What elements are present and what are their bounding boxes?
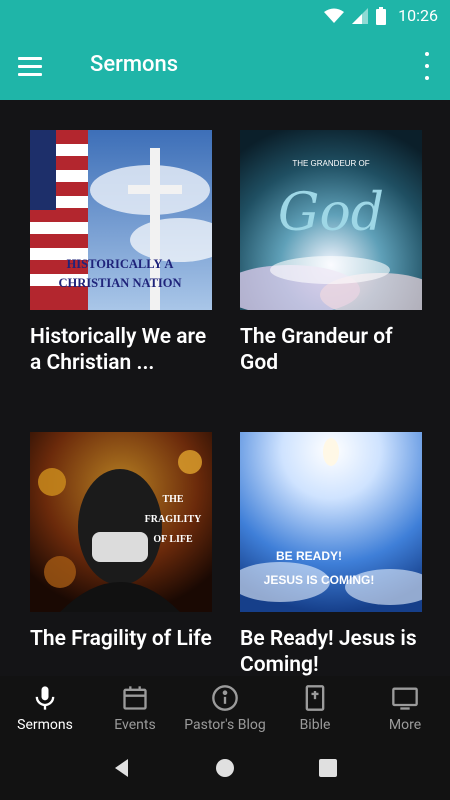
calendar-icon [123,686,147,710]
svg-text:JESUS IS COMING!: JESUS IS COMING! [264,573,375,587]
sermon-thumbnail: BE READY! JESUS IS COMING! [240,432,422,612]
sermon-card[interactable]: THE GRANDEUR OF God The Grandeur of God [240,130,422,376]
recents-icon[interactable] [318,758,338,782]
page-title: Sermons [90,52,179,77]
battery-icon [376,7,386,25]
nav-item-pastors-blog[interactable]: Pastor's Blog [180,676,270,740]
svg-text:THE GRANDEUR OF: THE GRANDEUR OF [292,159,369,168]
nav-item-bible[interactable]: Bible [270,676,360,740]
sermon-card[interactable]: HISTORICALLY A CHRISTIAN NATION Historic… [30,130,212,376]
sermon-thumbnail: THE FRAGILITY OF LIFE [30,432,212,612]
bottom-navigation: Sermons Events Pastor's Blog Bible More [0,676,450,740]
svg-text:THE: THE [162,494,183,505]
back-icon[interactable] [112,758,132,782]
hamburger-menu-icon[interactable] [18,50,52,82]
bible-icon [305,685,325,711]
sermon-grid: HISTORICALLY A CHRISTIAN NATION Historic… [0,100,450,676]
nav-label: Pastor's Blog [184,717,266,733]
sermon-thumbnail: THE GRANDEUR OF God [240,130,422,310]
sermon-title: The Fragility of Life [30,627,212,651]
signal-icon [352,8,368,24]
svg-text:FRAGILITY: FRAGILITY [145,514,202,525]
nav-label: Events [114,717,156,733]
nav-item-events[interactable]: Events [90,676,180,740]
status-icons [324,7,386,25]
nav-item-sermons[interactable]: Sermons [0,676,90,740]
system-navigation-bar [0,740,450,800]
sermon-title: Historically We are a Christian ... [30,325,207,375]
nav-label: Bible [299,717,331,733]
clock: 10:26 [398,6,438,25]
sermon-card[interactable]: BE READY! JESUS IS COMING! Be Ready! Jes… [240,432,422,676]
microphone-icon [35,686,55,710]
svg-text:OF LIFE: OF LIFE [153,534,193,545]
svg-text:CHRISTIAN NATION: CHRISTIAN NATION [58,276,181,290]
nav-label: More [388,717,422,733]
sermon-card[interactable]: THE FRAGILITY OF LIFE The Fragility of L… [30,432,212,676]
sermon-title: The Grandeur of God [240,325,393,375]
nav-label: Sermons [17,717,73,733]
svg-text:HISTORICALLY A: HISTORICALLY A [67,257,174,271]
home-icon[interactable] [215,758,235,782]
wifi-icon [324,8,344,23]
info-icon [212,685,238,711]
sermon-title: Be Ready! Jesus is Coming! [240,627,417,676]
svg-text:God: God [278,183,384,243]
status-bar: 10:26 [0,0,450,32]
svg-text:BE READY!: BE READY! [276,549,342,563]
tv-icon [392,687,418,710]
overflow-menu-icon[interactable] [420,52,434,80]
sermon-thumbnail: HISTORICALLY A CHRISTIAN NATION [30,130,212,310]
nav-item-more[interactable]: More [360,676,450,740]
app-bar: Sermons [0,32,450,100]
